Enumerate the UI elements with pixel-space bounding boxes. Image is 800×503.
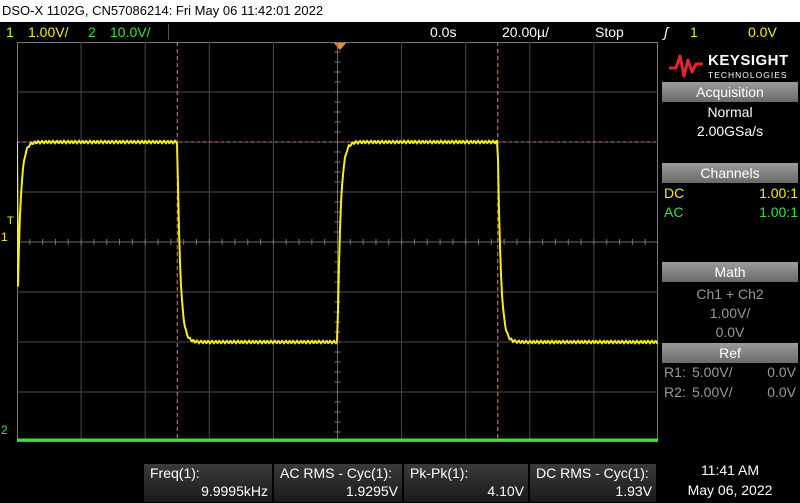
trigger-level[interactable]: 0.0V xyxy=(748,22,777,42)
acquisition-title[interactable]: Acquisition xyxy=(662,82,798,102)
measurement-bar: Freq(1): 9.9995kHz AC RMS - Cyc(1): 1.92… xyxy=(0,462,800,503)
acquisition-mode: Normal xyxy=(707,104,753,120)
measurement-label: AC RMS - Cyc(1): xyxy=(280,465,392,481)
window-title: DSO-X 1102G, CN57086214: Fri May 06 11:4… xyxy=(0,0,800,22)
time-scale[interactable]: 20.00µ/ xyxy=(502,22,549,42)
ref2-scale: 5.00V/ xyxy=(692,384,733,400)
ch1-scale[interactable]: 1.00V/ xyxy=(28,22,68,42)
measurement-value: 4.10V xyxy=(487,483,524,499)
ch1-number[interactable]: 1 xyxy=(6,22,14,42)
measurement-value: 1.93V xyxy=(615,483,652,499)
measurement-dc-rms[interactable]: DC RMS - Cyc(1): 1.93V xyxy=(530,464,656,502)
ch2-scale[interactable]: 10.0V/ xyxy=(110,22,150,42)
measurement-label: Freq(1): xyxy=(150,465,200,481)
keysight-logo: KEYSIGHT TECHNOLOGIES xyxy=(668,48,796,84)
ref1-scale: 5.00V/ xyxy=(692,364,733,380)
ref2-name: R2: xyxy=(664,384,686,400)
measurement-label: DC RMS - Cyc(1): xyxy=(536,465,649,481)
keysight-wave-icon xyxy=(669,54,703,78)
measurement-pk-pk[interactable]: Pk-Pk(1): 4.10V xyxy=(404,464,528,502)
run-state[interactable]: Stop xyxy=(595,22,624,42)
trigger-channel[interactable]: 1 xyxy=(690,22,698,42)
ch2-coupling: AC xyxy=(664,204,684,220)
ref2-offset: 0.0V xyxy=(767,384,796,400)
ref-title[interactable]: Ref xyxy=(662,343,798,363)
channels-title[interactable]: Channels xyxy=(662,163,798,183)
ch2-number[interactable]: 2 xyxy=(88,22,96,42)
ch1-probe: 1.00:1 xyxy=(759,185,798,201)
ref1-offset: 0.0V xyxy=(767,364,796,380)
time-offset[interactable]: 0.0s xyxy=(430,22,456,42)
measurement-ac-rms[interactable]: AC RMS - Cyc(1): 1.9295V xyxy=(274,464,402,502)
side-panel: KEYSIGHT TECHNOLOGIES Acquisition Normal… xyxy=(660,42,800,462)
waveform-display[interactable] xyxy=(17,42,658,442)
acquisition-rate: 2.00GSa/s xyxy=(696,123,764,139)
clock: 11:41 AM May 06, 2022 xyxy=(660,460,800,500)
ref1-name: R1: xyxy=(664,364,686,380)
ch2-probe: 1.00:1 xyxy=(759,204,798,220)
status-row: 1 1.00V/ 2 10.0V/ 0.0s 20.00µ/ Stop ʃ 1 … xyxy=(0,22,800,42)
math-offset: 0.0V xyxy=(715,324,745,340)
ch2-ground-marker[interactable]: 2 xyxy=(1,423,8,437)
brand-sub: TECHNOLOGIES xyxy=(708,70,788,80)
math-title[interactable]: Math xyxy=(662,262,798,282)
measurement-value: 9.9995kHz xyxy=(201,483,268,499)
clock-date: May 06, 2022 xyxy=(687,482,773,498)
clock-time: 11:41 AM xyxy=(700,462,760,478)
math-scale: 1.00V/ xyxy=(709,305,751,321)
ch1-ground-marker[interactable]: 1 xyxy=(1,230,8,244)
measurement-label: Pk-Pk(1): xyxy=(410,465,469,481)
ch1-coupling: DC xyxy=(664,185,685,201)
measurement-value: 1.9295V xyxy=(345,483,398,499)
math-expression: Ch1 + Ch2 xyxy=(696,286,764,302)
graticule-grid xyxy=(17,42,658,442)
trigger-edge-icon[interactable]: ʃ xyxy=(664,22,668,42)
trigger-level-marker: T xyxy=(7,215,14,227)
measurement-freq[interactable]: Freq(1): 9.9995kHz xyxy=(144,464,272,502)
brand-name: KEYSIGHT xyxy=(708,52,789,69)
